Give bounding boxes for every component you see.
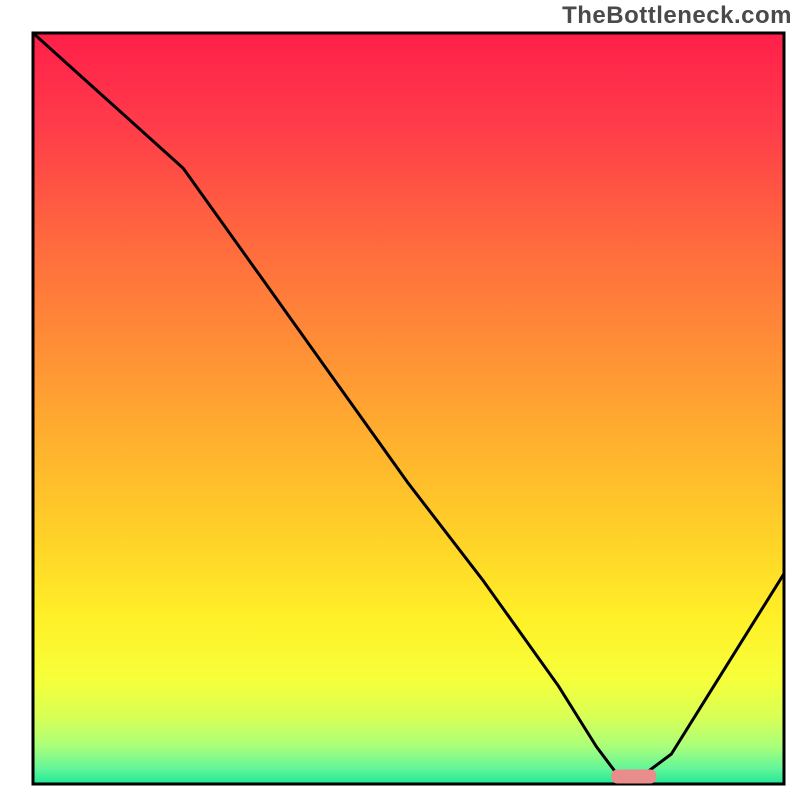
bottleneck-chart — [0, 0, 800, 800]
plot-background — [33, 33, 784, 784]
watermark-text: TheBottleneck.com — [562, 2, 792, 30]
optimum-marker — [611, 770, 656, 784]
chart-container: TheBottleneck.com — [0, 0, 800, 800]
